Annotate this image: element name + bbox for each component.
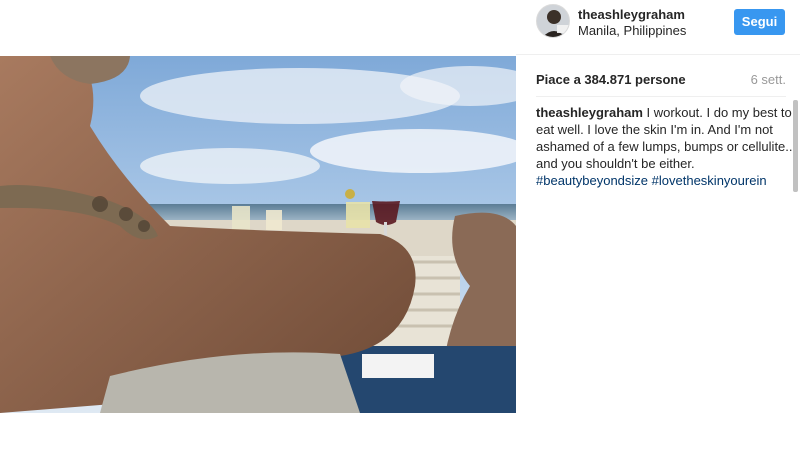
post-caption: theashleygraham I workout. I do my best … (536, 104, 794, 189)
likes-count[interactable]: Piace a 384.871 persone (536, 72, 686, 87)
likes-row: Piace a 384.871 persone 6 sett. (536, 72, 786, 88)
post-sidebar: theashleygraham Manila, Philippines Segu… (516, 0, 800, 453)
post-timestamp[interactable]: 6 sett. (751, 72, 786, 87)
location-link[interactable]: Manila, Philippines (578, 23, 686, 38)
post-photo[interactable] (0, 56, 516, 413)
post-header: theashleygraham Manila, Philippines Segu… (516, 0, 800, 55)
caption-author-link[interactable]: theashleygraham (536, 105, 643, 120)
divider (536, 96, 786, 97)
follow-button[interactable]: Segui (734, 9, 785, 35)
caption-scrollbar[interactable] (793, 100, 798, 192)
avatar[interactable] (536, 4, 570, 38)
username-link[interactable]: theashleygraham (578, 7, 685, 22)
beach-photo-image (0, 56, 516, 413)
hashtag-link[interactable]: #lovetheskinyourein (652, 173, 767, 188)
avatar-photo-icon (537, 5, 569, 37)
hashtag-link[interactable]: #beautybeyondsize (536, 173, 648, 188)
